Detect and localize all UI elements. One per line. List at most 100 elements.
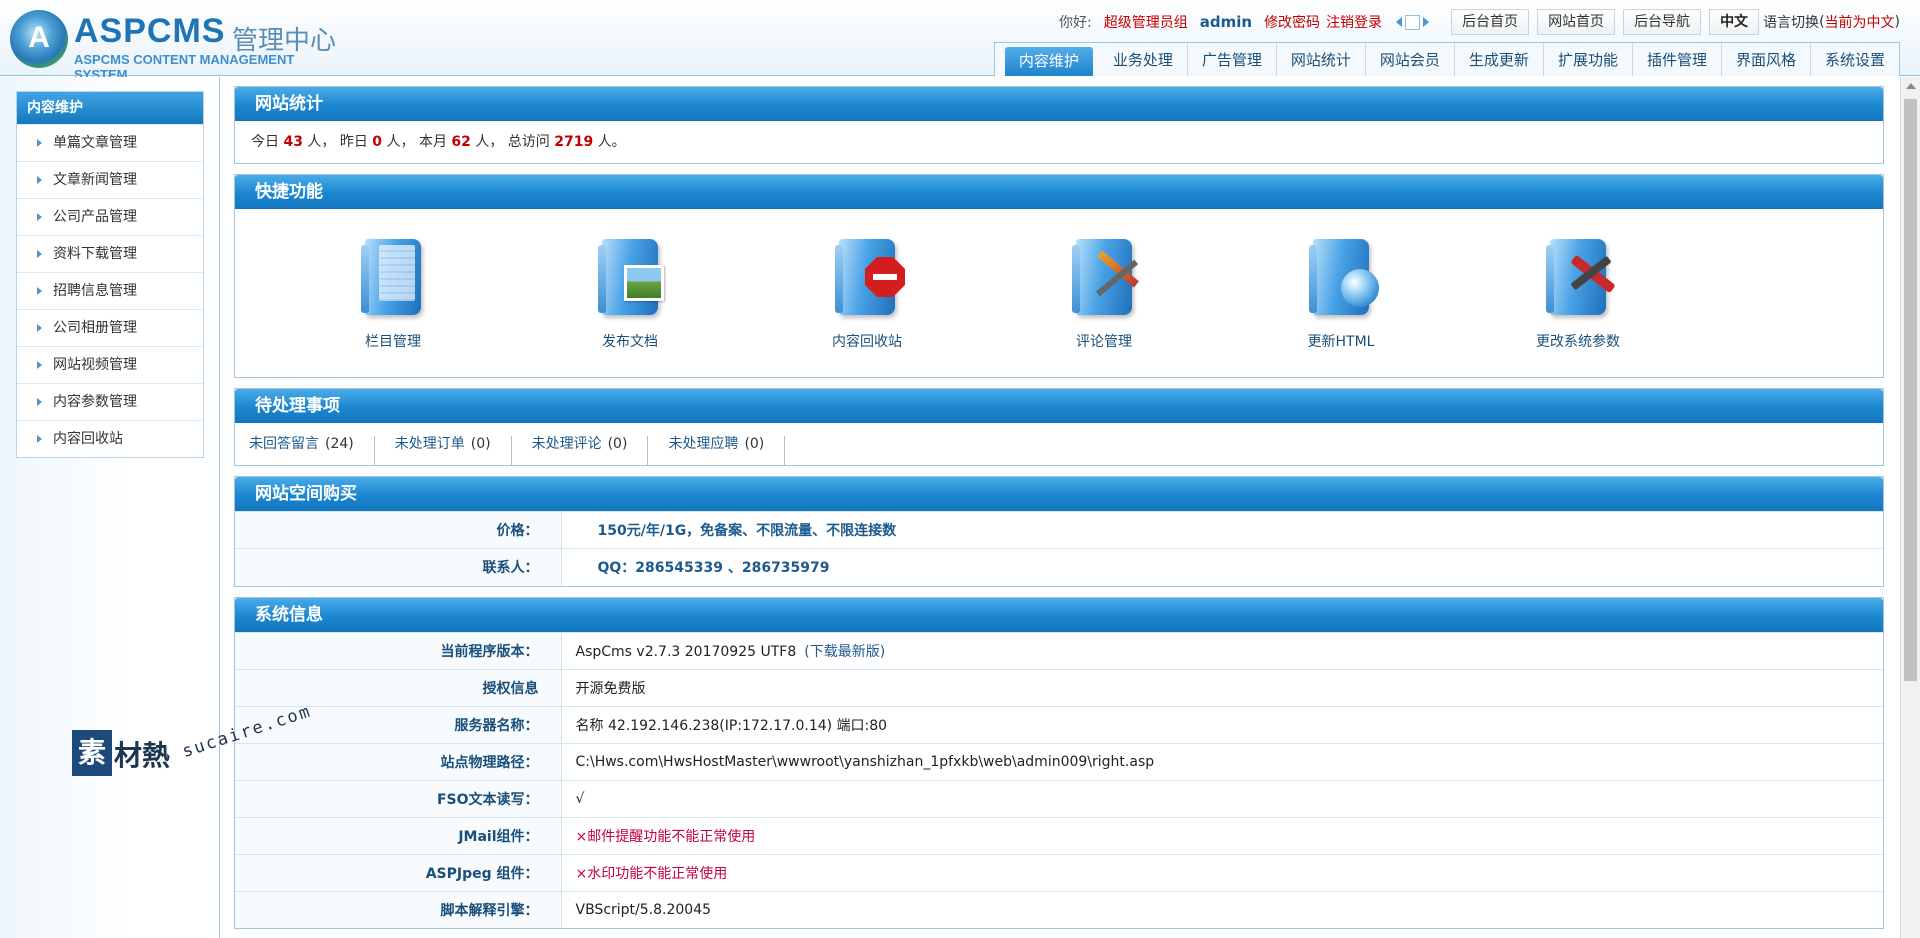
square-icon[interactable] [1405,14,1421,30]
username: admin [1199,13,1253,31]
tab-ads[interactable]: 广告管理 [1188,43,1277,76]
tab-business[interactable]: 业务处理 [1099,43,1188,76]
tab-generate[interactable]: 生成更新 [1455,43,1544,76]
tab-style[interactable]: 界面风格 [1722,43,1811,76]
quick-label[interactable]: 更新HTML [1261,331,1421,351]
sidebar-item-downloads[interactable]: 资料下载管理 [17,235,203,272]
quick-label[interactable]: 发布文档 [550,331,710,351]
sidebar-toggle[interactable] [1396,14,1430,30]
sidebar-item-single-article[interactable]: 单篇文章管理 [17,124,203,161]
sidebar-item-products[interactable]: 公司产品管理 [17,198,203,235]
today-label: 今日 [251,134,279,150]
change-password-link[interactable]: 修改密码 [1264,12,1320,32]
stats-title: 网站统计 [235,87,1883,121]
sidebar: 内容维护 单篇文章管理 文章新闻管理 公司产品管理 资料下载管理 招聘信息管理 … [0,77,220,938]
month-count: 62 [451,134,471,150]
hosting-box: 网站空间购买 价格： 150元/年/1G，免备案、不限流量、不限连接数 联系人： Q… [234,476,1884,587]
tools-folder-icon[interactable] [1538,235,1618,321]
sidebar-item-news[interactable]: 文章新闻管理 [17,161,203,198]
aspcms-logo-icon: A [10,10,68,68]
sysinfo-title: 系统信息 [235,597,1883,632]
sidebar-item-params[interactable]: 内容参数管理 [17,383,203,420]
sidebar-title[interactable]: 内容维护 [17,92,203,124]
table-row: 站点物理路径： C:\Hws.com\HwsHostMaster\wwwroot\… [235,742,1883,780]
language-button[interactable]: 中文 [1709,9,1760,35]
quick-item-html[interactable]: 更新HTML [1261,235,1421,351]
yesterday-label: 人， 昨日 [307,134,368,150]
stats-end: 人。 [597,134,626,150]
stats-line: 今日 43 人， 昨日 0 人， 本月 62 人， 总访问 2719 人。 [235,121,1883,163]
stats-box: 网站统计 今日 43 人， 昨日 0 人， 本月 62 人， 总访问 2719 … [234,86,1884,164]
tab-extend[interactable]: 扩展功能 [1544,43,1633,76]
photo-folder-icon[interactable] [590,235,670,321]
todo-title: 待处理事项 [235,389,1883,423]
tab-members[interactable]: 网站会员 [1366,43,1455,76]
globe-folder-icon[interactable] [1301,235,1381,321]
table-row: ASPJpeg 组件： ×水印功能不能正常使用 [235,853,1883,891]
tab-stats[interactable]: 网站统计 [1277,43,1366,76]
watermark-logo-block: 素 [72,730,112,776]
quick-item-comments[interactable]: 评论管理 [1024,235,1184,351]
todo-box: 待处理事项 未回答留言 (24) 未处理订单 (0) 未处理评论 (0) 未处理应聘(… [234,388,1884,466]
sidebar-item-jobs[interactable]: 招聘信息管理 [17,272,203,309]
sidebar-item-video[interactable]: 网站视频管理 [17,346,203,383]
download-latest-link[interactable]: (下载最新版) [804,644,885,660]
total-count: 2719 [554,134,594,150]
tab-content[interactable]: 内容维护 [1004,47,1093,76]
arrow-left-icon[interactable] [1396,17,1403,27]
table-row: 价格： 150元/年/1G，免备案、不限流量、不限连接数 [235,511,1883,549]
quick-item-sysparams[interactable]: 更改系统参数 [1498,235,1658,351]
stop-folder-icon[interactable] [827,235,907,321]
quick-item-columns[interactable]: 栏目管理 [313,235,473,351]
quick-label[interactable]: 内容回收站 [787,331,947,351]
tab-settings[interactable]: 系统设置 [1811,43,1899,76]
table-row: 服务器名称： 名称 42.192.146.238(IP:172.17.0.14) … [235,705,1883,743]
quick-label[interactable]: 更改系统参数 [1498,331,1658,351]
quick-label[interactable]: 栏目管理 [313,331,473,351]
quick-label[interactable]: 评论管理 [1024,331,1184,351]
table-row: JMail组件： ×邮件提醒功能不能正常使用 [235,816,1883,854]
logout-link[interactable]: 注销登录 [1326,12,1382,32]
watermark: 素 材熱 sucaire.com [72,701,332,790]
table-row: FSO文本读写： √ [235,779,1883,817]
arrow-right-icon[interactable] [1423,17,1430,27]
tab-plugins[interactable]: 插件管理 [1633,43,1722,76]
quick-item-recycle[interactable]: 内容回收站 [787,235,947,351]
todo-list: 未回答留言 (24) 未处理订单 (0) 未处理评论 (0) 未处理应聘 (0) [235,423,1883,465]
yesterday-count: 0 [372,134,383,150]
language-switch-label: 语言切换 [1763,15,1820,31]
user-group: 超级管理员组 [1103,15,1188,31]
table-row: 脚本解释引擎： VBScript/5.8.20045 [235,890,1883,928]
site-home-button[interactable]: 网站首页 [1537,9,1616,35]
language-current-close: ) [1894,14,1900,30]
quick-grid: 栏目管理 发布文档 内容回收站 评论管理 更新HTML 更改系统参数 [235,209,1883,377]
admin-nav-button[interactable]: 后台导航 [1623,9,1702,35]
hosting-title: 网站空间购买 [235,477,1883,511]
todo-item[interactable]: 未回答留言 (24) [249,436,375,465]
total-label: 人， 总访问 [475,134,550,150]
user-bar: 你好: 超级管理员组 admin 修改密码 注销登录 后台首页 网站首页 后台导… [1059,9,1900,35]
todo-item[interactable]: 未处理应聘 (0) [668,436,786,465]
todo-item[interactable]: 未处理订单 (0) [395,436,512,465]
main-content: 网站统计 今日 43 人， 昨日 0 人， 本月 62 人， 总访问 2719 … [234,86,1884,938]
logo[interactable]: A ASPCMS 管理中心 ASPCMS CONTENT MANAGEMENT … [10,6,350,82]
today-count: 43 [283,134,303,150]
sidebar-panel: 内容维护 单篇文章管理 文章新闻管理 公司产品管理 资料下载管理 招聘信息管理 … [16,91,204,458]
table-row: 当前程序版本： AspCms v2.7.3 20170925 UTF8 (下载最新版… [235,631,1883,669]
admin-home-button[interactable]: 后台首页 [1451,9,1530,35]
quick-item-publish[interactable]: 发布文档 [550,235,710,351]
book-folder-icon[interactable] [353,235,433,321]
table-row: 联系人： QQ：286545339 、286735979 [235,548,1883,586]
scroll-up-icon[interactable] [1906,83,1916,89]
scrollbar-thumb[interactable] [1904,99,1917,681]
table-row: 授权信息 开源免费版 [235,668,1883,706]
greeting-label: 你好: [1059,15,1092,31]
todo-item[interactable]: 未处理评论 (0) [532,436,649,465]
sysinfo-box: 系统信息 当前程序版本： AspCms v2.7.3 20170925 UTF8(… [234,596,1884,929]
pen-folder-icon[interactable] [1064,235,1144,321]
month-label: 人， 本月 [386,134,447,150]
main-nav: 内容维护 业务处理 广告管理 网站统计 网站会员 生成更新 扩展功能 插件管理 … [993,42,1900,76]
sidebar-item-recycle[interactable]: 内容回收站 [17,420,203,457]
scrollbar[interactable] [1900,77,1920,938]
sidebar-item-album[interactable]: 公司相册管理 [17,309,203,346]
